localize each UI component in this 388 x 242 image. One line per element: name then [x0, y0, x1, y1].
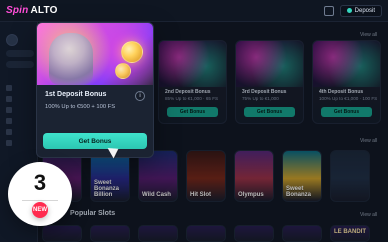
bonus-card-subtitle: 75% Up to €1,000 [242, 96, 279, 101]
sidebar-item[interactable] [4, 128, 33, 136]
bonus-card[interactable]: 3rd Deposit Bonus 75% Up to €1,000 Get B… [235, 40, 304, 124]
popular-tile[interactable] [138, 225, 178, 242]
statue-art [49, 33, 93, 85]
popular-tile[interactable] [234, 225, 274, 242]
game-tile[interactable]: Olympus [234, 150, 274, 202]
notifications-icon[interactable] [323, 5, 334, 16]
game-tile-caption: Sweet Bonanza Billion [94, 180, 120, 198]
game-tile-caption: Sweet Bonanza [286, 186, 312, 198]
bonus-card-title: 2nd Deposit Bonus [165, 89, 211, 95]
view-all-link-bonuses[interactable]: View all [360, 32, 377, 38]
popular-tile[interactable] [186, 225, 226, 242]
sidebar-item[interactable] [4, 106, 33, 114]
bonus-card-subtitle: 85% Up to €1,000 · 65 FS [165, 96, 219, 101]
popular-tile[interactable] [42, 225, 82, 242]
app: Spin ALTO Deposit View all 2nd Deposit B… [0, 0, 388, 242]
coin-art [121, 41, 143, 63]
popular-slots-title: Popular Slots [70, 210, 116, 217]
popular-tiles-row: LE BANDIT [42, 225, 382, 242]
bonus-card-title: 4th Deposit Bonus [319, 89, 364, 95]
bonus-card-art [313, 41, 380, 87]
bonus-card[interactable]: 2nd Deposit Bonus 85% Up to €1,000 · 65 … [158, 40, 227, 124]
new-badge: NEW [32, 202, 48, 218]
game-tile-caption: Hit Slot [190, 192, 211, 198]
sidebar-pill[interactable] [6, 50, 34, 57]
step-number: 3 [33, 170, 47, 195]
sidebar-pill-2[interactable] [6, 61, 34, 68]
sidebar-item-icon [6, 96, 12, 102]
popup-subtitle: 100% Up to €500 + 100 FS [45, 104, 116, 110]
popular-tile[interactable] [90, 225, 130, 242]
deposit-bonus-popup: i 1st Deposit Bonus 100% Up to €500 + 10… [36, 22, 154, 158]
logo[interactable]: Spin ALTO [6, 5, 58, 16]
view-all-link-popular[interactable]: View all [360, 212, 377, 218]
sidebar-item-icon [6, 85, 12, 91]
step-divider [22, 200, 58, 201]
bonus-card-art [236, 41, 303, 87]
sidebar-item[interactable] [4, 84, 33, 92]
coin-art-2 [115, 63, 131, 79]
logo-suffix: ALTO [30, 5, 58, 16]
sidebar-item[interactable] [4, 117, 33, 125]
sidebar-item-icon [6, 118, 12, 124]
get-bonus-button[interactable]: Get Bonus [244, 107, 295, 117]
top-right-actions: Deposit [323, 4, 382, 17]
bonus-card[interactable]: 4th Deposit Bonus 100% Up to €1,000 · 10… [312, 40, 381, 124]
bonus-cards-row: 2nd Deposit Bonus 85% Up to €1,000 · 65 … [158, 40, 382, 124]
popup-content: 1st Deposit Bonus 100% Up to €500 + 100 … [45, 91, 145, 110]
popup-hero-art [37, 23, 153, 85]
game-tile[interactable]: Hit Slot [186, 150, 226, 202]
bonus-card-title: 3rd Deposit Bonus [242, 89, 287, 95]
game-tile-caption: Olympus [238, 192, 264, 198]
view-all-link-games[interactable]: View all [360, 138, 377, 144]
sidebar-item-icon [6, 107, 12, 113]
game-tiles-row: Dice Sweet Bonanza Billion Wild Cash Hit… [42, 150, 382, 206]
popular-tile[interactable]: LE BANDIT [330, 225, 370, 242]
game-tile-caption: Wild Cash [142, 192, 171, 198]
avatar[interactable] [6, 34, 18, 46]
popup-title: 1st Deposit Bonus [45, 91, 107, 98]
sidebar-item-icon [6, 140, 12, 146]
get-bonus-button[interactable]: Get Bonus [321, 107, 372, 117]
deposit-button[interactable]: Deposit [339, 4, 382, 17]
popular-tile-caption: LE BANDIT [334, 229, 366, 235]
popular-tile[interactable] [282, 225, 322, 242]
game-tile[interactable] [330, 150, 370, 202]
sidebar-item-icon [6, 129, 12, 135]
bonus-card-subtitle: 100% Up to €1,000 · 100 FS [319, 96, 378, 101]
bonus-card-art [159, 41, 226, 87]
step-badge: 3 NEW [8, 162, 72, 226]
deposit-dot-icon [346, 8, 352, 13]
sidebar-item[interactable] [4, 95, 33, 103]
sidebar-item[interactable] [4, 139, 33, 147]
get-bonus-primary-button[interactable]: Get Bonus [43, 133, 147, 149]
game-tile[interactable]: Sweet Bonanza [282, 150, 322, 202]
get-bonus-button[interactable]: Get Bonus [167, 107, 218, 117]
logo-prefix: Spin [6, 5, 29, 16]
top-bar: Spin ALTO Deposit [0, 0, 388, 22]
deposit-label: Deposit [354, 7, 375, 14]
sidebar-list [4, 84, 33, 147]
